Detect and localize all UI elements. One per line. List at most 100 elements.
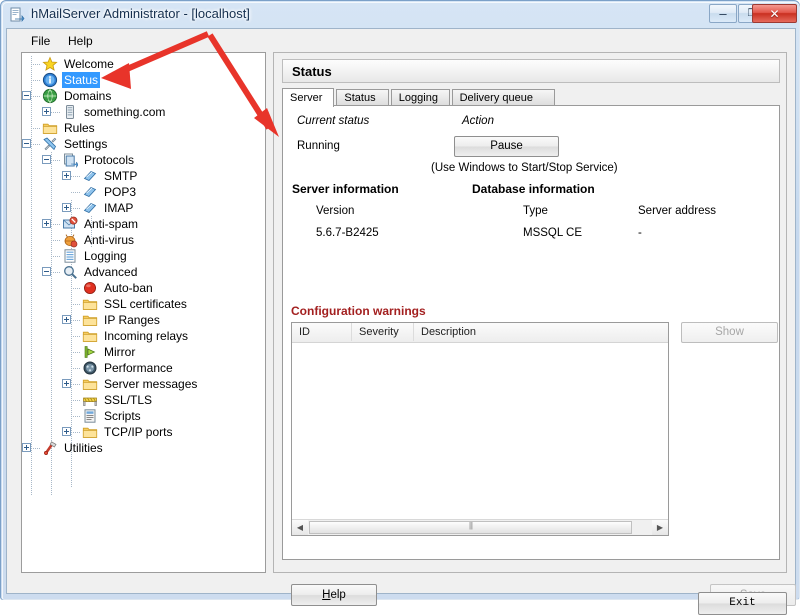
tree-expander[interactable]	[42, 219, 51, 228]
server-address-value: -	[638, 227, 642, 239]
tab-label: Server	[290, 92, 322, 104]
tree-item-label: Logging	[82, 248, 129, 264]
close-icon: ✕	[753, 8, 796, 20]
tree-item-label: IMAP	[102, 200, 135, 216]
tab-status[interactable]: Status	[336, 89, 388, 106]
tree-expander[interactable]	[22, 139, 31, 148]
red-circle-icon	[82, 280, 98, 296]
tree-expander[interactable]	[62, 203, 71, 212]
help-button-label: elp	[330, 589, 345, 601]
tab-server[interactable]: Server	[282, 88, 334, 107]
mirror-arrow-icon	[82, 344, 98, 360]
minimize-button[interactable]: –	[709, 4, 737, 23]
utilities-icon	[42, 440, 58, 456]
menu-file[interactable]: File	[25, 33, 56, 49]
service-hint: (Use Windows to Start/Stop Service)	[431, 162, 618, 174]
logging-icon	[62, 248, 78, 264]
help-button[interactable]: Help	[291, 584, 377, 606]
configuration-warnings-heading: Configuration warnings	[291, 304, 426, 318]
tree-item-label: POP3	[102, 184, 138, 200]
tree-item-label: Protocols	[82, 152, 136, 168]
tree-expander[interactable]	[62, 427, 71, 436]
folder-icon	[82, 424, 98, 440]
folder-icon	[42, 120, 58, 136]
globe-icon	[42, 88, 58, 104]
tree-expander[interactable]	[62, 315, 71, 324]
folder-icon	[82, 328, 98, 344]
info-circle-icon	[42, 72, 58, 88]
page-title: Status	[292, 64, 332, 79]
title-bar: hMailServer Administrator - [localhost] …	[1, 1, 800, 29]
ssl-tls-icon	[82, 392, 98, 408]
tree-item-label: Status	[62, 72, 100, 88]
tree-item-label: Domains	[62, 88, 113, 104]
server-address-label: Server address	[638, 205, 716, 217]
tree-item-label: SSL/TLS	[102, 392, 154, 408]
tree-expander[interactable]	[22, 443, 31, 452]
tree-expander[interactable]	[22, 91, 31, 100]
tree-item-label: Settings	[62, 136, 109, 152]
configuration-warnings-list[interactable]: ID Severity Description ◀ ▶	[291, 322, 669, 536]
version-label: Version	[316, 205, 354, 217]
folder-icon	[82, 312, 98, 328]
tree-expander[interactable]	[42, 267, 51, 276]
protocols-icon	[62, 152, 78, 168]
tree-item-label: SMTP	[102, 168, 139, 184]
tree-item-label: Performance	[102, 360, 175, 376]
scroll-left-icon[interactable]: ◀	[292, 520, 308, 535]
exit-button[interactable]: Exit	[698, 592, 787, 615]
tree-item-label: Incoming relays	[102, 328, 190, 344]
tab-label: Status	[344, 92, 375, 104]
window-title: hMailServer Administrator - [localhost]	[31, 6, 250, 21]
tree-expander[interactable]	[62, 379, 71, 388]
scroll-right-icon[interactable]: ▶	[652, 520, 668, 535]
type-label: Type	[523, 205, 548, 217]
close-button[interactable]: ✕	[752, 4, 797, 23]
magnifier-icon	[62, 264, 78, 280]
tree-expander[interactable]	[42, 107, 51, 116]
performance-icon	[82, 360, 98, 376]
scripts-icon	[82, 408, 98, 424]
tree-item-label: something.com	[82, 104, 167, 120]
column-severity[interactable]: Severity	[352, 323, 414, 341]
horizontal-scrollbar[interactable]: ◀ ▶	[292, 519, 668, 535]
tree-expander[interactable]	[62, 171, 71, 180]
tree-item-label: Welcome	[62, 56, 116, 72]
tree-item-label: Utilities	[62, 440, 105, 456]
list-header: ID Severity Description	[292, 323, 668, 343]
tree-item-label: Rules	[62, 120, 97, 136]
application-window: hMailServer Administrator - [localhost] …	[0, 0, 800, 600]
page-header: Status	[282, 59, 780, 83]
tree-expander[interactable]	[42, 155, 51, 164]
protocol-arrow-icon	[82, 200, 98, 216]
action-label: Action	[462, 115, 494, 127]
navigation-tree[interactable]: WelcomeStatusDomainssomething.comRulesSe…	[21, 52, 266, 573]
tree-item-label: Server messages	[102, 376, 199, 392]
tab-logging[interactable]: Logging	[391, 89, 450, 106]
show-button[interactable]: Show	[681, 322, 778, 343]
anti-spam-icon	[62, 216, 78, 232]
tab-label: Logging	[399, 92, 438, 104]
tools-icon	[42, 136, 58, 152]
current-status-value: Running	[297, 140, 340, 152]
column-id[interactable]: ID	[292, 323, 352, 341]
menu-bar: File Help	[7, 29, 795, 51]
tree-item-label: TCP/IP ports	[102, 424, 174, 440]
tab-strip: Server Status Logging Delivery queue	[282, 88, 780, 106]
tab-delivery-queue[interactable]: Delivery queue	[452, 89, 556, 106]
server-icon	[62, 104, 78, 120]
client-area: File Help WelcomeStatusDomainssomething.…	[6, 28, 796, 594]
menu-help[interactable]: Help	[62, 33, 99, 49]
pause-button[interactable]: Pause	[454, 136, 559, 157]
type-value: MSSQL CE	[523, 227, 582, 239]
tree-item-label: Anti-virus	[82, 232, 136, 248]
server-document-icon	[9, 7, 25, 23]
database-information-heading: Database information	[472, 182, 595, 196]
protocol-arrow-icon	[82, 184, 98, 200]
protocol-arrow-icon	[82, 168, 98, 184]
tree-item-label: SSL certificates	[102, 296, 189, 312]
content-panel: Status Server Status Logging Delivery queue…	[273, 52, 787, 573]
tree-item-label: Auto-ban	[102, 280, 155, 296]
scrollbar-thumb[interactable]	[309, 521, 632, 534]
column-description[interactable]: Description	[414, 323, 668, 341]
